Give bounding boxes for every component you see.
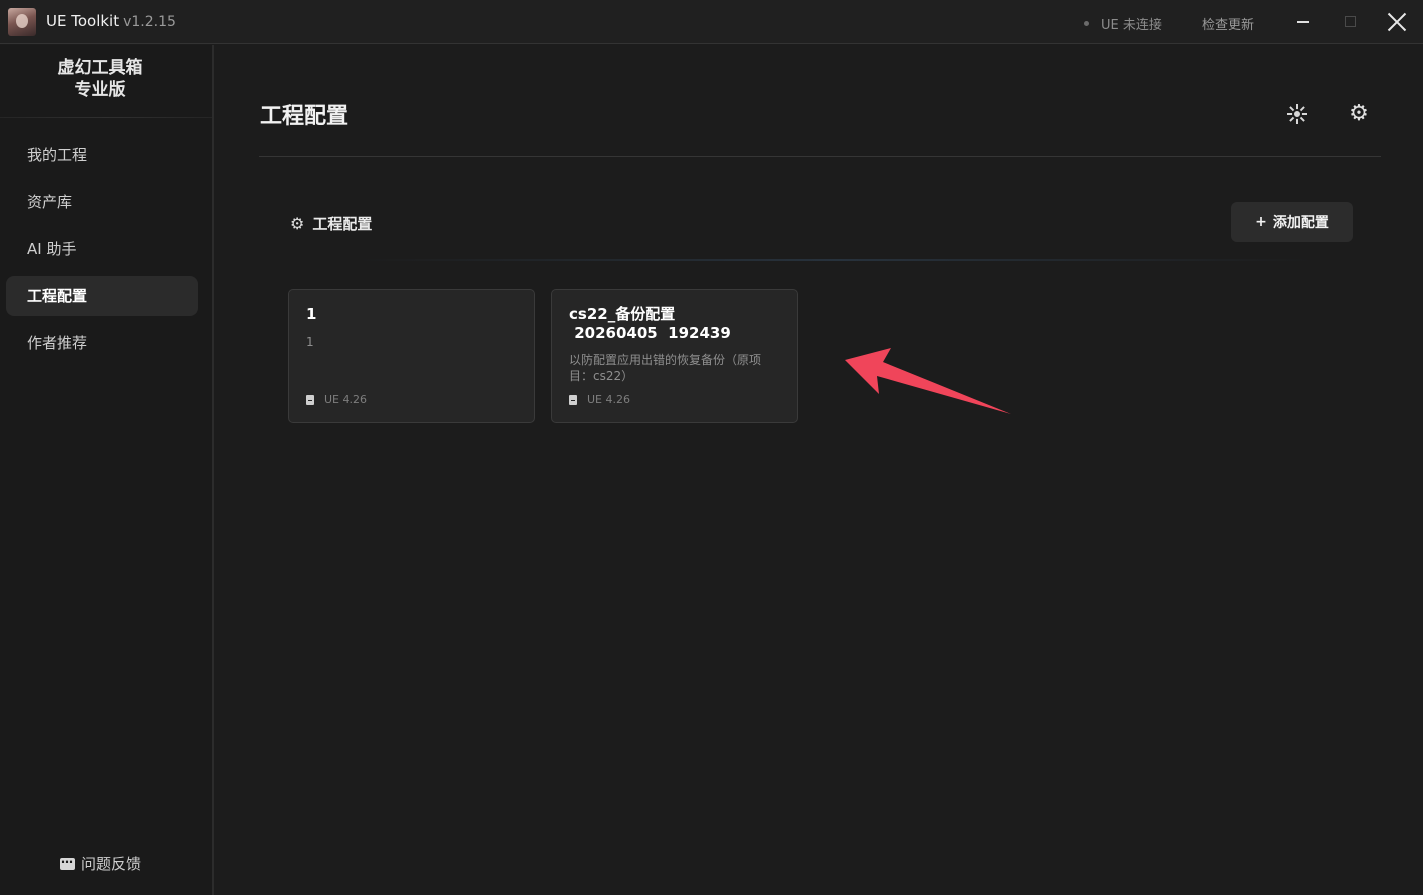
app-title: UE Toolkit v1.2.15 — [46, 12, 176, 30]
config-card-title: cs22_备份配置 20260405 192439 — [569, 305, 731, 342]
sidebar-item-author-recommend[interactable]: 作者推荐 — [6, 323, 198, 363]
minimize-icon[interactable] — [1297, 21, 1309, 23]
plus-icon: + — [1255, 214, 1267, 230]
section-divider — [356, 259, 1316, 261]
app-logo-icon — [8, 8, 36, 36]
section-header: ⚙ 工程配置 — [290, 213, 372, 234]
arrow-shape — [845, 348, 1011, 414]
section-title: 工程配置 — [312, 215, 373, 233]
settings-gear-icon[interactable]: ⚙ — [1346, 101, 1372, 127]
feedback-button[interactable]: 问题反馈 — [60, 852, 142, 874]
theme-toggle-sun-icon[interactable] — [1285, 102, 1309, 126]
brand: 虚幻工具箱 专业版 — [0, 57, 200, 101]
divider — [0, 117, 212, 118]
annotation-arrow — [845, 348, 1011, 414]
sidebar-item-my-projects[interactable]: 我的工程 — [6, 135, 198, 175]
sidebar-item-project-config[interactable]: 工程配置 — [6, 276, 198, 316]
document-icon — [306, 394, 314, 405]
app-name: UE Toolkit — [46, 12, 120, 30]
maximize-icon[interactable] — [1345, 16, 1356, 27]
config-card-engine: UE 4.26 — [569, 393, 630, 406]
config-card-title: 1 — [306, 305, 317, 323]
status-dot-icon — [1084, 21, 1089, 26]
config-card-version: UE 4.26 — [587, 393, 630, 406]
sidebar-item-asset-library[interactable]: 资产库 — [6, 182, 198, 222]
close-icon[interactable] — [1387, 12, 1407, 32]
config-card[interactable]: 1 1 UE 4.26 — [288, 289, 535, 423]
app-version: v1.2.15 — [123, 14, 176, 30]
config-card[interactable]: cs22_备份配置 20260405 192439 以防配置应用出错的恢复备份（… — [551, 289, 798, 423]
config-card-description: 以防配置应用出错的恢复备份（原项目：cs22） — [569, 353, 762, 383]
check-update-button[interactable]: 检查更新 — [1202, 14, 1254, 33]
config-card-version: UE 4.26 — [324, 393, 367, 406]
sidebar: 虚幻工具箱 专业版 我的工程 资产库 AI 助手 工程配置 作者推荐 问题反馈 — [0, 45, 214, 895]
gear-icon: ⚙ — [290, 214, 305, 233]
sidebar-item-ai-assistant[interactable]: AI 助手 — [6, 229, 198, 269]
ue-connection-status: UE 未连接 — [1084, 14, 1162, 33]
document-icon — [569, 394, 577, 405]
main-content: 工程配置 ⚙ ⚙ 工程配置 + 添加配置 1 1 UE 4.26 cs22_备份… — [216, 45, 1423, 895]
brand-edition: 专业版 — [74, 80, 126, 100]
title-bar: UE Toolkit v1.2.15 UE 未连接 检查更新 — [0, 0, 1423, 44]
sun-core — [1292, 109, 1302, 119]
ue-status-label: UE 未连接 — [1101, 18, 1162, 33]
brand-name: 虚幻工具箱 — [57, 58, 143, 78]
page-title: 工程配置 — [260, 104, 349, 129]
feedback-label: 问题反馈 — [81, 855, 142, 873]
config-card-engine: UE 4.26 — [306, 393, 367, 406]
add-config-button[interactable]: + 添加配置 — [1231, 202, 1353, 242]
chat-icon — [60, 852, 75, 870]
add-config-label: 添加配置 — [1272, 215, 1329, 231]
config-card-description: 1 — [306, 335, 314, 349]
header-divider — [259, 156, 1381, 157]
